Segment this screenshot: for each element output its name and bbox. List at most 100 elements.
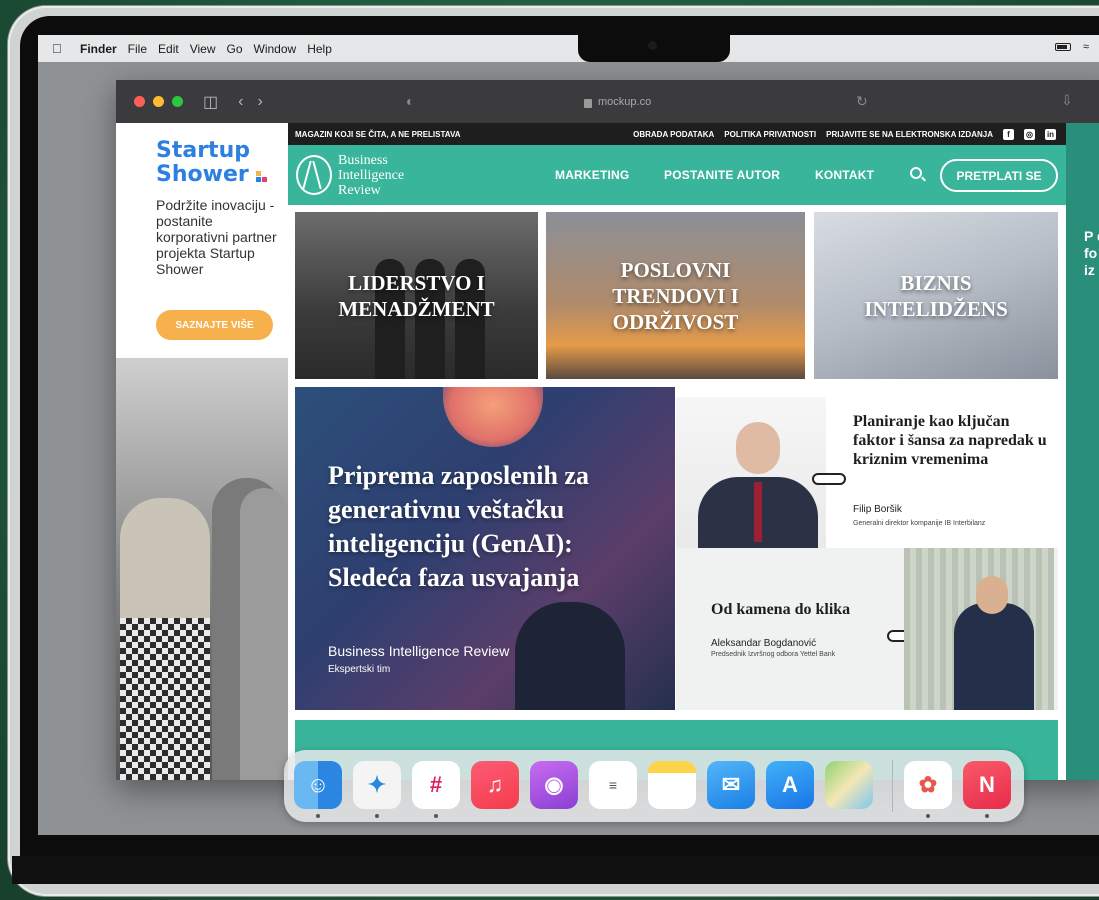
linkedin-icon[interactable]: in: [1045, 128, 1056, 140]
tile-bi-line2: INTELIDŽENS: [864, 296, 1008, 321]
logo-line3: Review: [338, 183, 381, 198]
paperclip-icon: [812, 473, 846, 485]
podcasts-icon[interactable]: ◉: [530, 761, 578, 809]
bir-site: MAGAZIN KOJI SE ČITA, A NE PRELISTAVA OB…: [288, 123, 1066, 780]
music-icon[interactable]: ♫: [471, 761, 519, 809]
ad-brand-line1: Startup: [156, 138, 250, 163]
hero-title[interactable]: Priprema zaposlenih za generativnu vešta…: [328, 459, 648, 595]
close-window-button[interactable]: [134, 96, 145, 107]
author-photo: [676, 397, 826, 557]
battery-icon[interactable]: [1054, 43, 1071, 51]
facebook-icon[interactable]: f: [1003, 128, 1014, 140]
search-icon[interactable]: [910, 167, 922, 179]
brain-illustration: [443, 387, 543, 447]
nav-contact[interactable]: KONTAKT: [815, 168, 874, 182]
running-indicator: [375, 814, 379, 818]
sidebar-toggle-icon[interactable]: ◫: [203, 92, 218, 112]
wifi-icon[interactable]: ≈: [1083, 41, 1089, 53]
tile-bi-line1: BIZNIS: [900, 270, 972, 295]
logo-text[interactable]: Business Intelligence Review: [338, 153, 404, 198]
tile-trends-line2: TRENDOVI I: [612, 283, 739, 308]
dock-separator: [892, 760, 893, 812]
web-page: Startup Shower Podržite inovaciju - post…: [116, 123, 1099, 780]
safari-window: ◫ ‹ › ◐ mockup.co ↻ ⇩ Startup Shower Pod…: [116, 80, 1099, 780]
menu-finder[interactable]: Finder: [80, 42, 117, 56]
minimize-window-button[interactable]: [153, 96, 164, 107]
top-link-privacy[interactable]: POLITIKA PRIVATNOSTI: [724, 130, 816, 139]
ad-learn-more-button[interactable]: SAZNAJTE VIŠE: [156, 310, 273, 340]
running-indicator: [434, 814, 438, 818]
maps-icon[interactable]: [825, 761, 873, 809]
dock: ☺ ✦ # ♫ ◉ ≡ ✉ A ✿ N: [284, 750, 1024, 822]
safari-toolbar: ◫ ‹ › ◐ mockup.co ↻ ⇩: [116, 80, 1099, 123]
forward-icon[interactable]: ›: [257, 93, 262, 111]
tile-leadership-line2: MENADŽMENT: [338, 296, 495, 321]
hero-role: Ekspertski tim: [328, 664, 391, 675]
author-name: Aleksandar Bogdanović: [711, 638, 817, 649]
laptop-chin: [12, 856, 1099, 884]
subscribe-button[interactable]: PRETPLATI SE: [940, 159, 1058, 192]
top-link-data-processing[interactable]: OBRADA PODATAKA: [633, 130, 714, 139]
ad-logo-dots-icon: [256, 171, 272, 187]
tile-leadership[interactable]: LIDERSTVO I MENADŽMENT: [295, 212, 538, 379]
notes-icon[interactable]: [648, 761, 696, 809]
apple-menu-icon[interactable]: : [52, 41, 66, 56]
startup-shower-ad[interactable]: Startup Shower Podržite inovaciju - post…: [116, 123, 288, 780]
news-icon[interactable]: N: [963, 761, 1011, 809]
photos-icon[interactable]: ✿: [904, 761, 952, 809]
privacy-shield-icon[interactable]: ◐: [406, 93, 414, 109]
running-indicator: [985, 814, 989, 818]
main-nav: Business Intelligence Review MARKETING P…: [288, 145, 1066, 205]
running-indicator: [316, 814, 320, 818]
app-store-icon[interactable]: A: [766, 761, 814, 809]
author-name: Filip Boršik: [853, 504, 902, 515]
top-link-subscribe-editions[interactable]: PRIJAVITE SE NA ELEKTRONSKA IZDANJA: [826, 130, 993, 139]
tile-trends-line1: POSLOVNI: [620, 257, 731, 282]
author-photo: [904, 548, 1054, 710]
menu-edit[interactable]: Edit: [158, 42, 179, 56]
author-role: Predsednik Izvršnog odbora Yettel Bank: [711, 651, 836, 658]
address-url: mockup.co: [598, 96, 652, 108]
back-icon[interactable]: ‹: [238, 93, 243, 111]
tile-business-trends[interactable]: POSLOVNI TRENDOVI I ODRŽIVOST: [546, 212, 805, 379]
zoom-window-button[interactable]: [172, 96, 183, 107]
tile-trends-line3: ODRŽIVOST: [612, 309, 739, 334]
camera-icon: [648, 41, 657, 50]
article-card-planning[interactable]: Planiranje kao ključan faktor i šansa za…: [676, 387, 1058, 557]
article-title[interactable]: Od kamena do klika: [711, 601, 850, 619]
nav-marketing[interactable]: MARKETING: [555, 168, 629, 182]
instagram-icon[interactable]: ◎: [1024, 128, 1035, 140]
tile-business-intelligence[interactable]: BIZNIS INTELIDŽENS: [814, 212, 1058, 379]
download-icon[interactable]: ⇩: [1061, 92, 1073, 109]
reminders-icon[interactable]: ≡: [589, 761, 637, 809]
lock-icon: [584, 98, 592, 108]
slack-icon[interactable]: #: [412, 761, 460, 809]
article-card-stone-to-click[interactable]: Od kamena do klika Aleksandar Bogdanović…: [676, 548, 1058, 710]
address-bar[interactable]: mockup.co: [584, 92, 684, 112]
ad-brand: Startup Shower: [156, 139, 250, 187]
menu-file[interactable]: File: [128, 42, 147, 56]
menu-window[interactable]: Window: [254, 42, 297, 56]
menu-go[interactable]: Go: [227, 42, 243, 56]
author-role: Generalni direktor kompanije IB Interbil…: [853, 520, 986, 527]
mail-icon[interactable]: ✉: [707, 761, 755, 809]
hero-article[interactable]: Priprema zaposlenih za generativnu vešta…: [295, 387, 675, 710]
reload-icon[interactable]: ↻: [856, 93, 868, 110]
camera-notch: [578, 35, 730, 62]
finder-icon[interactable]: ☺: [294, 761, 342, 809]
nav-become-author[interactable]: POSTANITE AUTOR: [664, 168, 780, 182]
article-title[interactable]: Planiranje kao ključan faktor i šansa za…: [853, 412, 1053, 469]
ad-brand-line2: Shower: [156, 162, 249, 187]
ad-photo: [116, 358, 288, 780]
logo-icon[interactable]: [296, 155, 332, 195]
hero-person-illustration: [515, 602, 625, 710]
safari-icon[interactable]: ✦: [353, 761, 401, 809]
top-line: MAGAZIN KOJI SE ČITA, A NE PRELISTAVA OB…: [288, 123, 1066, 145]
hero-author: Business Intelligence Review: [328, 643, 510, 659]
logo-line2: Intelligence: [338, 168, 405, 183]
menu-bar:  Finder File Edit View Go Window Help ≈: [38, 35, 1099, 62]
right-pane-text: P d fo š iz: [1084, 228, 1099, 278]
right-pane-partial: P d fo š iz: [1066, 123, 1099, 780]
menu-view[interactable]: View: [190, 42, 216, 56]
menu-help[interactable]: Help: [307, 42, 332, 56]
